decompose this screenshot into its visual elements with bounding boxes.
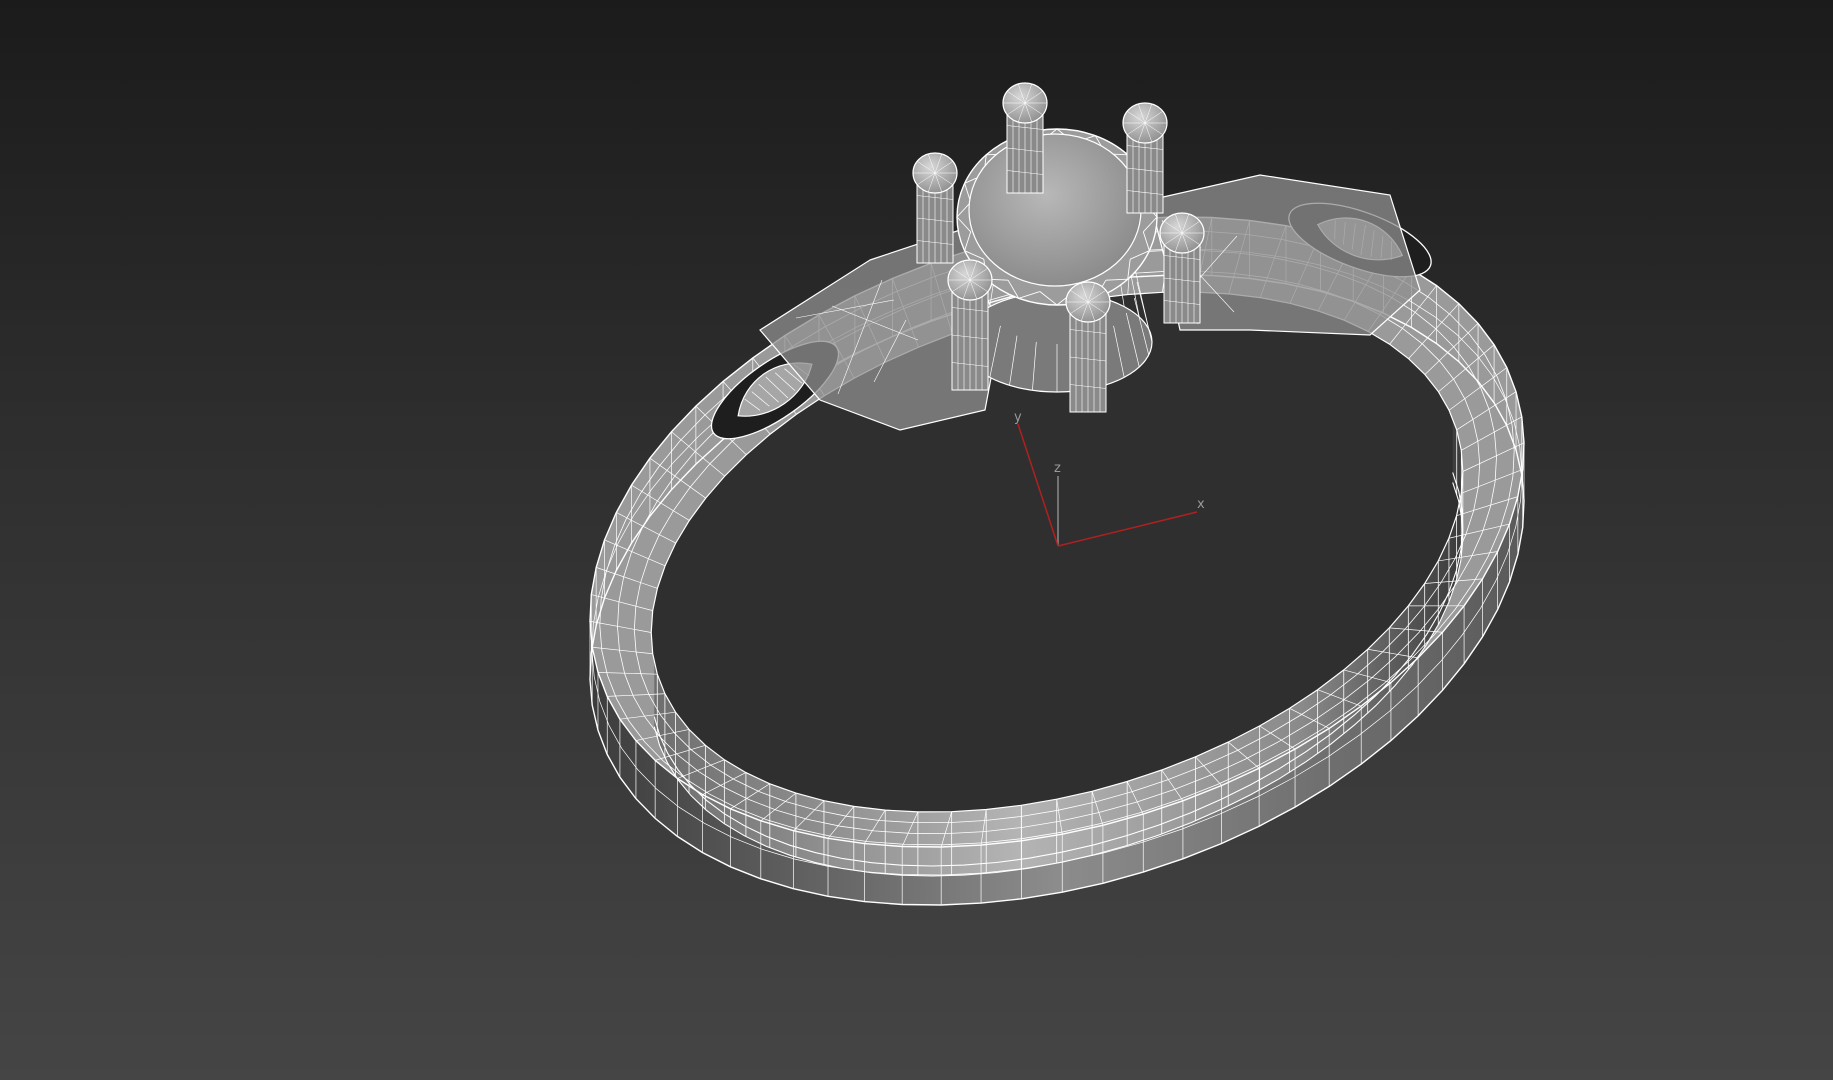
prong-5 <box>947 259 993 391</box>
axis-label-x: x <box>1197 497 1205 512</box>
prong-2 <box>1122 102 1168 214</box>
prong-4 <box>1159 212 1205 324</box>
prong-3 <box>912 152 958 264</box>
axis-label-z: z <box>1054 461 1061 476</box>
ring-wireframe-render: z y x <box>589 82 1525 906</box>
3d-viewport[interactable]: z y x <box>0 0 1833 1080</box>
gem-table <box>968 133 1142 287</box>
axis-label-y: y <box>1014 410 1022 425</box>
prong-1 <box>1002 82 1048 194</box>
prong-6 <box>1065 281 1111 413</box>
